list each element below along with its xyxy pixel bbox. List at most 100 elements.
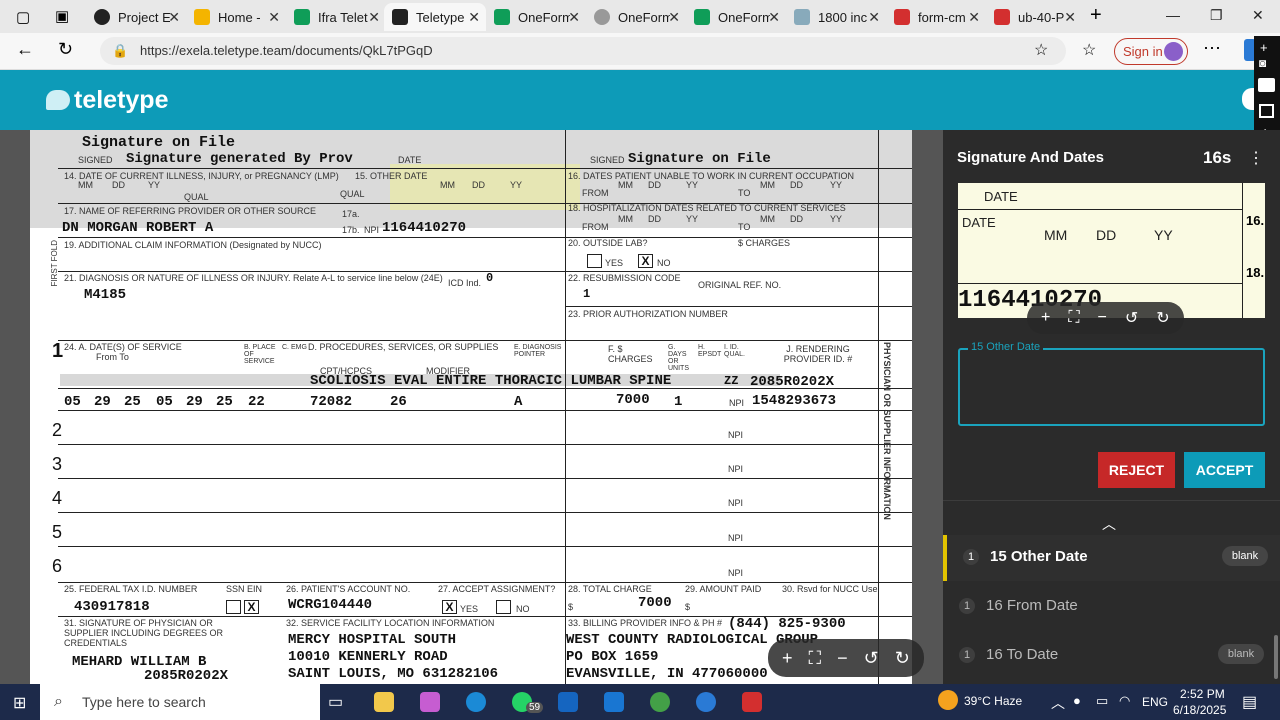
checkbox-outside-lab-yes: [587, 254, 602, 268]
search-icon: [794, 9, 810, 25]
profile-icon[interactable]: [1242, 88, 1254, 110]
sign-in-button[interactable]: Sign in: [1114, 38, 1188, 65]
workspaces-icon[interactable]: ▢: [16, 8, 30, 26]
edge-icon[interactable]: [466, 692, 486, 712]
teletype-icon: [392, 9, 408, 25]
drive-icon: [194, 9, 210, 25]
camera-icon[interactable]: ◙: [1259, 56, 1266, 70]
copilot-icon[interactable]: [420, 692, 440, 712]
other-date-input[interactable]: 15 Other Date: [958, 341, 1265, 426]
taskbar-search-input[interactable]: ⌕ Type here to search: [40, 684, 320, 720]
checkbox-accept-yes: X: [442, 600, 457, 614]
tab-ifra[interactable]: Ifra Telet ✕: [286, 3, 386, 31]
close-icon[interactable]: ✕: [568, 9, 580, 26]
scrollbar[interactable]: [1274, 635, 1278, 679]
taskbar: ⊞ ⌕ Type here to search ▭ 59 39°C Haze ︿…: [0, 684, 1280, 720]
zoom-in-icon[interactable]: +: [1041, 309, 1050, 327]
field-list-item[interactable]: 1 15 Other Date blank: [943, 535, 1280, 581]
new-tab-icon[interactable]: +: [1090, 4, 1102, 27]
battery-icon[interactable]: ▭: [1096, 693, 1108, 709]
field-list-item[interactable]: 1 16 To Date blank: [943, 633, 1280, 679]
close-icon[interactable]: ✕: [368, 9, 380, 26]
tab-teletype[interactable]: Teletype ✕: [384, 3, 486, 31]
fit-screen-icon[interactable]: ⛶: [1068, 309, 1079, 327]
logo: teletype: [46, 86, 168, 115]
panel-title: Signature And Dates: [957, 149, 1104, 166]
windows-start-icon[interactable]: ⊞: [13, 693, 26, 713]
close-icon[interactable]: ✕: [768, 9, 780, 26]
close-icon[interactable]: ✕: [1064, 9, 1076, 26]
checkbox-accept-no: [496, 600, 511, 614]
chevron-up-icon[interactable]: ︿: [1051, 693, 1065, 713]
circle-icon: [94, 9, 110, 25]
task-view-icon[interactable]: ▭: [328, 692, 343, 712]
weather-icon: [938, 690, 958, 710]
field-list-item[interactable]: 1 16 From Date: [943, 584, 1280, 630]
file-explorer-icon[interactable]: [374, 692, 394, 712]
notification-icon[interactable]: ▤: [1242, 692, 1257, 712]
close-icon[interactable]: ✕: [868, 9, 880, 26]
back-icon[interactable]: ←: [16, 39, 34, 60]
pdf-icon: [994, 9, 1010, 25]
zoom-icon[interactable]: [558, 692, 578, 712]
close-icon[interactable]: ✕: [268, 9, 280, 26]
video-icon[interactable]: [1258, 78, 1275, 92]
acrobat-icon[interactable]: [742, 692, 762, 712]
field-snippet: DATE DATE MM DD YY 1164410270 16. 18.: [958, 183, 1265, 318]
tab-actions-icon[interactable]: ▣: [55, 7, 69, 25]
tab-search[interactable]: 1800 inc ✕: [786, 3, 886, 31]
tab-oneform-3[interactable]: OneForm ✕: [686, 3, 786, 31]
rotate-left-icon[interactable]: ↺: [1125, 308, 1138, 328]
add-icon[interactable]: +: [1260, 40, 1268, 55]
favorite-star-icon[interactable]: ☆: [1034, 40, 1048, 60]
zoom-out-icon[interactable]: −: [837, 648, 848, 669]
maximize-icon[interactable]: ❐: [1210, 7, 1223, 24]
tab-bar: ▢ ▣ Project E ✕ Home - ✕ Ifra Telet ✕ Tele…: [0, 0, 1280, 33]
tab-project[interactable]: Project E ✕: [86, 3, 186, 31]
wifi-icon[interactable]: ◠: [1119, 693, 1130, 709]
tab-oneform-1[interactable]: OneForm ✕: [486, 3, 586, 31]
wechat-icon[interactable]: [650, 692, 670, 712]
app-header: teletype: [0, 70, 1280, 130]
accept-button[interactable]: ACCEPT: [1184, 452, 1265, 488]
checkbox-outside-lab-no: X: [638, 254, 653, 268]
zoom-in-icon[interactable]: +: [782, 648, 793, 669]
window-close-icon[interactable]: ✕: [1252, 7, 1264, 24]
rotate-right-icon[interactable]: ↻: [1156, 308, 1169, 328]
rotate-right-icon[interactable]: ↻: [895, 648, 910, 669]
rotate-left-icon[interactable]: ↺: [864, 648, 879, 669]
close-icon[interactable]: ✕: [668, 9, 680, 26]
window-icon[interactable]: [1259, 104, 1274, 118]
address-bar: ← ↻ 🔒 https://exela.teletype.team/documen…: [0, 33, 1280, 70]
checkbox-ein: X: [244, 600, 259, 614]
favorites-icon[interactable]: ☆: [1082, 40, 1096, 60]
url-input[interactable]: 🔒 https://exela.teletype.team/documents/Q…: [100, 37, 1066, 65]
close-icon[interactable]: ✕: [468, 9, 480, 26]
more-menu-icon[interactable]: ⋯: [1203, 38, 1221, 59]
sheets-icon: [294, 9, 310, 25]
globe-icon: [594, 9, 610, 25]
tab-ub40[interactable]: ub-40-P ✕: [986, 3, 1082, 31]
pdf-icon: [894, 9, 910, 25]
tab-oneform-2[interactable]: OneForm ✕: [586, 3, 686, 31]
calculator-icon[interactable]: [604, 692, 624, 712]
tab-home[interactable]: Home - ✕: [186, 3, 286, 31]
edge-browser-icon[interactable]: [696, 692, 716, 712]
minimize-icon[interactable]: —: [1166, 7, 1180, 23]
reject-button[interactable]: REJECT: [1098, 452, 1175, 488]
document-viewer[interactable]: Signature on File SIGNED Signature gener…: [0, 130, 943, 684]
checkbox-ssn: [226, 600, 241, 614]
microphone-icon[interactable]: ●: [1073, 693, 1081, 708]
chevron-up-icon[interactable]: ︿: [1102, 514, 1116, 534]
status-badge: blank: [1218, 644, 1264, 664]
kebab-menu-icon[interactable]: ⋮: [1248, 148, 1264, 168]
fit-screen-icon[interactable]: ⛶: [809, 648, 822, 669]
claim-form: Signature on File SIGNED Signature gener…: [30, 130, 912, 684]
close-icon[interactable]: ✕: [968, 9, 980, 26]
tab-form-cm[interactable]: form-cm ✕: [886, 3, 986, 31]
close-icon[interactable]: ✕: [168, 9, 180, 26]
chat-bubble-icon: [46, 90, 70, 110]
refresh-icon[interactable]: ↻: [58, 39, 73, 60]
field-review-panel: Signature And Dates 16s ⋮ DATE DATE MM D…: [943, 130, 1280, 684]
zoom-out-icon[interactable]: −: [1098, 309, 1107, 327]
